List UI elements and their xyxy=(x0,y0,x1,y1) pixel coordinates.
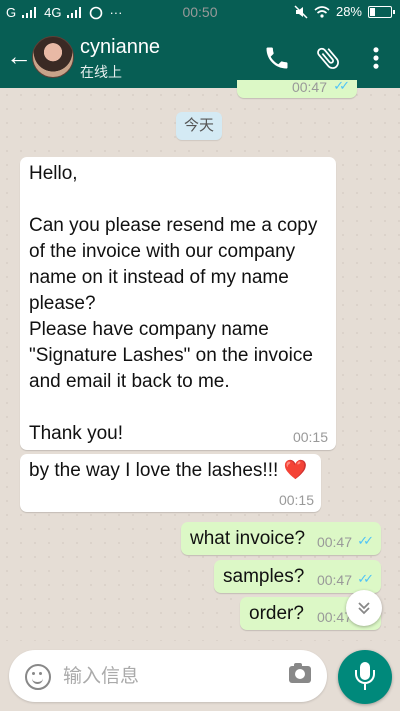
message-time: 00:15 xyxy=(292,429,328,445)
outgoing-message[interactable]: samples? 00:47 ✓✓ xyxy=(214,560,381,593)
mute-icon xyxy=(294,4,308,19)
attach-icon[interactable] xyxy=(314,44,342,72)
message-time: 00:47 xyxy=(316,534,352,550)
contact-name[interactable]: cynianne xyxy=(80,36,160,59)
battery-icon xyxy=(368,5,395,18)
battery-percent: 28% xyxy=(335,4,362,19)
date-chip: 今天 xyxy=(176,112,222,140)
message-time: 00:15 xyxy=(278,492,314,508)
message-time: 00:47 xyxy=(316,572,352,588)
camera-icon[interactable] xyxy=(289,663,311,683)
status-bar: G 4G ··· 00:50 28% xyxy=(0,0,400,26)
composer xyxy=(9,650,327,702)
scroll-down-button[interactable] xyxy=(346,590,382,626)
incoming-message[interactable]: by the way I love the lashes!!! ❤️ 00:15 xyxy=(20,454,321,512)
composer-bar xyxy=(0,641,400,711)
mic-icon-arc xyxy=(355,670,375,684)
incoming-message[interactable]: Hello, Can you please resend me a copy o… xyxy=(20,157,336,450)
message-text: Hello, Can you please resend me a copy o… xyxy=(29,163,318,444)
more-icon[interactable] xyxy=(362,44,390,72)
avatar[interactable] xyxy=(32,36,74,78)
wifi-icon xyxy=(314,5,330,18)
emoji-icon[interactable] xyxy=(25,664,51,690)
message-text: what invoice? xyxy=(190,528,306,549)
message-time: 00:47 xyxy=(291,79,327,95)
arrow-back-icon[interactable]: ← xyxy=(6,41,32,71)
mic-button[interactable] xyxy=(338,650,392,704)
message-text: order? xyxy=(249,603,304,624)
message-text: samples? xyxy=(223,566,305,587)
mic-icon-stem xyxy=(364,684,366,690)
partial-message-bubble[interactable]: 00:47 ✓✓ xyxy=(237,78,357,98)
message-input[interactable] xyxy=(61,662,285,692)
read-ticks-icon: ✓✓ xyxy=(357,533,374,548)
outgoing-message[interactable]: what invoice? 00:47 ✓✓ xyxy=(181,522,381,555)
read-ticks-icon: ✓✓ xyxy=(333,78,350,93)
chevron-down-icon xyxy=(358,602,370,615)
read-ticks-icon: ✓✓ xyxy=(357,571,374,586)
status-right: 28% xyxy=(294,4,395,19)
phone-icon[interactable] xyxy=(263,44,291,72)
message-text: by the way I love the lashes!!! ❤️ xyxy=(29,460,308,481)
contact-status: 在线上 xyxy=(80,64,122,80)
